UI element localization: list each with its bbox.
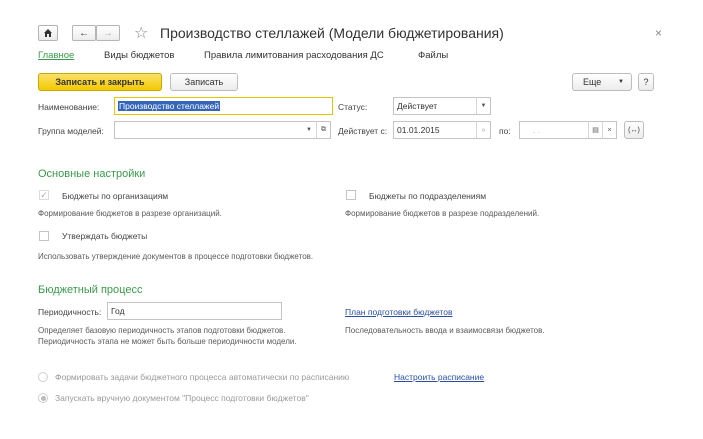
favorite-star-icon[interactable]: ☆: [134, 23, 148, 43]
valid-from-value: 01.01.2015: [397, 125, 440, 135]
valid-from-field[interactable]: 01.01.2015 »: [393, 121, 491, 139]
name-label: Наименование:: [38, 102, 100, 112]
calendar-icon[interactable]: »: [476, 122, 490, 138]
auto-tasks-label: Формировать задачи бюджетного процесса а…: [55, 372, 350, 382]
close-icon[interactable]: ×: [655, 26, 662, 40]
status-value: Действует: [397, 101, 438, 111]
tab-limit-rules[interactable]: Правила лимитования расходования ДС: [204, 50, 384, 61]
by-org-checkbox[interactable]: ✓: [39, 190, 49, 200]
approve-checkbox[interactable]: [39, 231, 49, 241]
home-icon: [44, 29, 52, 37]
name-value: Производство стеллажей: [118, 101, 221, 111]
tab-files[interactable]: Файлы: [418, 50, 448, 61]
tab-main[interactable]: Главное: [38, 50, 74, 61]
save-and-close-button[interactable]: Записать и закрыть: [38, 73, 162, 91]
radio-dot-icon: [40, 395, 46, 401]
period-range-button[interactable]: (↔): [624, 121, 644, 139]
periodicity-value: Год: [111, 306, 125, 316]
more-label: Еще: [583, 77, 602, 87]
save-button[interactable]: Записать: [170, 73, 238, 91]
auto-tasks-radio[interactable]: [38, 372, 48, 382]
help-button[interactable]: ?: [638, 73, 654, 91]
clear-icon[interactable]: ×: [602, 122, 616, 138]
manual-label: Запускать вручную документом "Процесс по…: [55, 393, 309, 403]
periodicity-label: Периодичность:: [38, 307, 102, 317]
budget-process-title: Бюджетный процесс: [38, 284, 143, 296]
model-group-label: Группа моделей:: [38, 126, 104, 136]
range-icon: (↔): [628, 126, 640, 134]
home-button[interactable]: [38, 25, 58, 41]
valid-to-label: по:: [499, 126, 511, 136]
valid-to-field[interactable]: . . ▤ ×: [519, 121, 617, 139]
chevron-down-icon[interactable]: ▼: [476, 98, 490, 114]
periodicity-field[interactable]: Год: [107, 302, 282, 320]
plan-hint: Последовательность ввода и взаимосвязи б…: [345, 326, 545, 335]
checkmark-icon: ✓: [40, 189, 48, 200]
dropdown-arrow-icon: ▼: [618, 79, 624, 85]
by-dept-checkbox[interactable]: [346, 190, 356, 200]
approve-hint: Использовать утверждение документов в пр…: [38, 252, 314, 261]
status-label: Статус:: [338, 102, 368, 112]
more-menu-button[interactable]: Еще ▼: [572, 73, 632, 91]
manual-radio[interactable]: [38, 393, 48, 403]
back-button[interactable]: ←: [72, 25, 96, 41]
approve-label: Утверждать бюджеты: [62, 231, 148, 241]
window-title: Производство стеллажей (Модели бюджетиро…: [160, 25, 504, 41]
name-field[interactable]: Производство стеллажей: [114, 97, 333, 115]
schedule-link[interactable]: Настроить расписание: [394, 372, 484, 382]
arrow-left-icon: ←: [79, 27, 89, 39]
tab-budget-types[interactable]: Виды бюджетов: [104, 50, 174, 61]
by-dept-label: Бюджеты по подразделениям: [369, 191, 487, 201]
status-select[interactable]: Действует ▼: [393, 97, 491, 115]
arrow-right-icon: →: [103, 27, 113, 39]
by-org-label: Бюджеты по организациям: [62, 191, 169, 201]
by-dept-hint: Формирование бюджетов в разрезе подразде…: [345, 209, 540, 218]
chevron-down-icon[interactable]: ▼: [302, 122, 316, 138]
model-group-field[interactable]: ▼ ⧉: [114, 121, 331, 139]
calendar-icon[interactable]: ▤: [588, 122, 602, 138]
forward-button[interactable]: →: [96, 25, 120, 41]
open-link-icon[interactable]: ⧉: [316, 122, 330, 138]
plan-link[interactable]: План подготовки бюджетов: [345, 307, 452, 317]
main-settings-title: Основные настройки: [38, 168, 146, 180]
periodicity-hint: Определяет базовую периодичность этапов …: [38, 326, 297, 346]
by-org-hint: Формирование бюджетов в разрезе организа…: [38, 209, 222, 218]
valid-from-label: Действует с:: [338, 126, 388, 136]
valid-to-placeholder: . .: [533, 125, 541, 135]
